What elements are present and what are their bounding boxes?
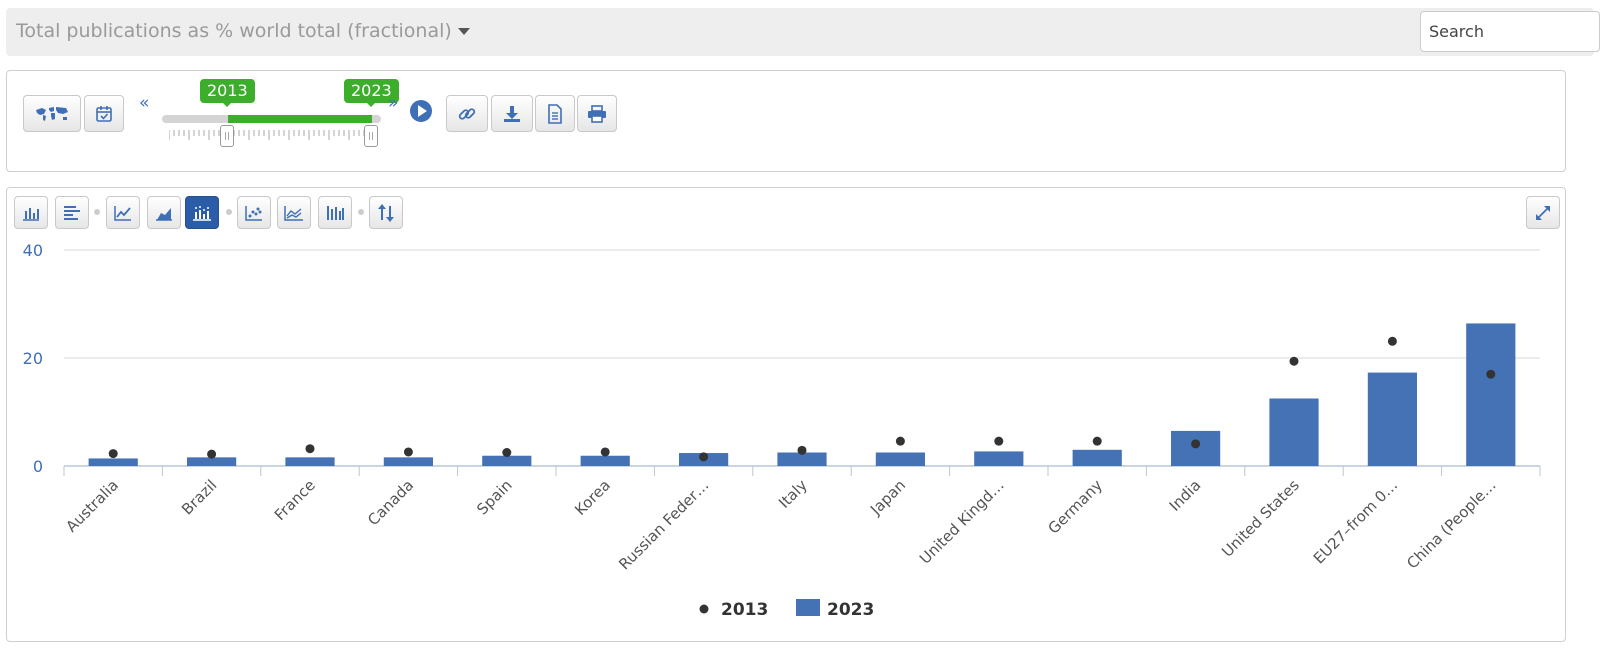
x-category-label: Australia xyxy=(62,476,122,536)
bar-2023 xyxy=(974,451,1024,466)
download-button[interactable] xyxy=(491,95,533,132)
dot-2013 xyxy=(895,436,905,446)
x-category-label: Canada xyxy=(364,476,417,529)
dot-2013 xyxy=(1486,369,1496,379)
legend-marker-2023 xyxy=(796,599,820,616)
bar-2023 xyxy=(875,452,925,466)
calendar-check-icon xyxy=(96,105,112,122)
x-category-label: Spain xyxy=(473,476,515,518)
search-input[interactable] xyxy=(1420,11,1600,52)
play-button[interactable] xyxy=(410,100,432,122)
x-category-label: Germany xyxy=(1045,476,1107,538)
start-year-handle[interactable] xyxy=(220,125,234,147)
bar-2023 xyxy=(383,457,433,466)
y-tick-label: 40 xyxy=(23,241,43,260)
chart-legend: 2013 2023 xyxy=(699,599,874,620)
bar-2023 xyxy=(1072,449,1122,466)
legend-label-2013: 2013 xyxy=(721,600,768,620)
dot-2013 xyxy=(1289,356,1299,366)
previous-year-button[interactable]: « xyxy=(139,93,149,113)
world-map-icon xyxy=(36,106,68,121)
download-icon xyxy=(504,105,520,122)
bar-2023 xyxy=(1466,323,1516,466)
export-document-button[interactable] xyxy=(535,95,575,132)
x-category-label: Japan xyxy=(866,476,909,519)
link-icon xyxy=(458,107,476,120)
share-link-button[interactable] xyxy=(446,95,488,132)
next-year-button[interactable]: » xyxy=(388,93,398,113)
dot-2013 xyxy=(502,448,512,457)
legend-marker-2013 xyxy=(699,604,709,614)
dot-2013 xyxy=(699,452,709,462)
end-year-handle[interactable] xyxy=(364,125,378,147)
dot-2013 xyxy=(403,447,413,457)
dot-2013 xyxy=(108,449,118,459)
bar-2023 xyxy=(88,458,138,466)
indicator-bar: Total publications as % world total (fra… xyxy=(6,8,1600,56)
start-year-tag: 2013 xyxy=(200,79,255,107)
dot-2013 xyxy=(600,447,610,457)
dot-2013 xyxy=(994,436,1004,446)
x-category-label: EU27–from 0… xyxy=(1310,476,1401,567)
dot-2013 xyxy=(305,444,315,454)
x-category-label: India xyxy=(1166,476,1205,515)
dot-2013 xyxy=(1092,436,1102,446)
print-icon xyxy=(588,104,606,123)
bar-2023 xyxy=(187,457,237,466)
indicator-label: Total publications as % world total (fra… xyxy=(16,20,452,42)
x-category-label: United Kingd… xyxy=(916,476,1008,568)
chart-panel: 0 20 40 Australia Brazil France Canada Spain Kor… xyxy=(6,187,1566,642)
dot-2013 xyxy=(207,449,217,459)
bar-2023 xyxy=(1269,398,1319,466)
dot-2013 xyxy=(1191,439,1201,449)
legend-label-2023: 2023 xyxy=(827,600,874,620)
map-view-button[interactable] xyxy=(23,95,81,132)
x-category-label: France xyxy=(271,476,319,524)
x-category-label: Russian Feder… xyxy=(615,476,712,573)
bar-2023 xyxy=(482,455,532,466)
y-tick-label: 20 xyxy=(23,349,43,368)
x-category-label: Korea xyxy=(571,476,614,519)
y-tick-label: 0 xyxy=(33,457,43,476)
dot-2013 xyxy=(1387,336,1397,346)
x-category-label: Brazil xyxy=(178,476,220,518)
document-icon xyxy=(548,103,562,124)
bar-2023 xyxy=(580,455,630,466)
calendar-button[interactable] xyxy=(84,95,124,132)
chart: 0 20 40 Australia Brazil France Canada Spain Kor… xyxy=(23,241,1541,620)
caret-down-icon xyxy=(457,28,470,35)
dot-2013 xyxy=(797,445,807,455)
x-category-label: Italy xyxy=(775,476,811,512)
timeline-selected-range xyxy=(228,115,372,123)
timeline-ticks xyxy=(169,130,370,140)
bar-2023 xyxy=(1171,430,1221,466)
bar-2023 xyxy=(285,457,335,466)
x-category-label: United States xyxy=(1218,476,1303,561)
timeline-panel: « 2013 2023 » xyxy=(6,70,1566,172)
print-button[interactable] xyxy=(577,95,617,132)
bar-2023 xyxy=(1367,372,1417,466)
indicator-dropdown[interactable]: Total publications as % world total (fra… xyxy=(16,20,470,42)
x-category-label: China (People… xyxy=(1403,476,1499,572)
